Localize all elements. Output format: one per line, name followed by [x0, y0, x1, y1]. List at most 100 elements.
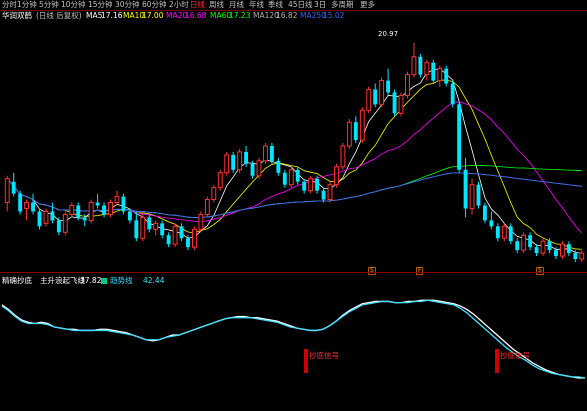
candle-body [147, 217, 152, 230]
tab-5min[interactable]: 5分钟 [39, 0, 59, 10]
candles [4, 42, 585, 263]
tab-60min[interactable]: 60分钟 [142, 0, 167, 10]
candle-body [76, 205, 81, 218]
candle-body [424, 62, 430, 76]
candle-body [198, 213, 204, 230]
candle [95, 193, 100, 209]
candle [11, 172, 16, 197]
tab-timeshare[interactable]: 分时 [2, 0, 17, 10]
tab-15min[interactable]: 15分钟 [88, 0, 113, 10]
candle [528, 232, 533, 251]
candle [108, 199, 113, 218]
candle-body [547, 241, 552, 251]
candle-body [56, 220, 61, 233]
candle-body [211, 187, 217, 201]
candle-body [204, 199, 210, 215]
tab-45day[interactable]: 45日线 [288, 0, 313, 10]
candle-body [515, 241, 520, 251]
tab-1min[interactable]: 1分钟 [17, 0, 37, 10]
tab-30min[interactable]: 30分钟 [115, 0, 140, 10]
event-marker-s[interactable]: S [368, 267, 376, 275]
tab-more[interactable]: 更多 [360, 0, 375, 10]
candle [237, 148, 243, 173]
tab-multi-period[interactable]: 多周期 [331, 0, 354, 10]
candle [37, 208, 42, 230]
tab-3day[interactable]: 3日 [314, 0, 326, 10]
candle [224, 151, 230, 176]
candle [172, 223, 178, 248]
candle-body [302, 181, 307, 191]
chart-mode: (日线 后复权) [36, 11, 82, 20]
candle-body [102, 205, 106, 215]
candle [327, 181, 333, 203]
candle [114, 190, 120, 206]
candle-body [379, 80, 385, 105]
candle-body [540, 240, 546, 254]
candle-body [237, 151, 243, 171]
candle [386, 68, 391, 96]
candle-body [411, 56, 417, 76]
candle-body [457, 104, 462, 170]
candle-body [315, 178, 320, 191]
candle [444, 65, 449, 87]
candle-body [444, 68, 449, 84]
tab-daily[interactable]: 日线 [190, 0, 205, 10]
tab-yearly[interactable]: 年线 [249, 0, 264, 10]
candle [424, 59, 430, 81]
candle [559, 241, 565, 260]
candle [495, 223, 500, 242]
candle [276, 157, 281, 176]
tab-quarterly[interactable]: 季线 [268, 0, 283, 10]
candle-body [82, 217, 87, 221]
candle [288, 166, 294, 188]
ma120-value: 16.82 [276, 11, 298, 20]
candle-body [108, 202, 113, 215]
candle-body [224, 154, 230, 174]
candle [244, 146, 249, 167]
candle [508, 223, 513, 245]
candle-body [69, 205, 75, 215]
candle-body [489, 220, 494, 227]
ma60-value: 17.23 [229, 11, 251, 20]
event-marker-s2[interactable]: S [536, 267, 544, 275]
event-marker-f[interactable]: F [416, 267, 424, 275]
candle [134, 211, 139, 242]
candle-body [405, 74, 410, 96]
line2-swatch [101, 278, 107, 284]
candle-body [192, 228, 197, 248]
candle [501, 223, 507, 242]
candle [69, 202, 75, 218]
candlestick-chart[interactable]: 20.97 [0, 21, 587, 272]
candle [346, 119, 352, 149]
candle [269, 143, 274, 164]
candle [566, 241, 571, 257]
candle-body [50, 211, 55, 221]
period-tab-bar: 分时 1分钟 5分钟 10分钟 15分钟 30分钟 60分钟 2小时 日线 周线… [0, 0, 587, 11]
candle [282, 169, 287, 188]
candle [24, 199, 30, 221]
candle [121, 193, 126, 215]
candle [437, 65, 443, 87]
candle [204, 196, 210, 218]
indicator-chart[interactable] [0, 287, 587, 411]
candle-body [573, 253, 578, 260]
candle-body [353, 122, 358, 141]
candle-body [437, 68, 443, 82]
indicator-name[interactable]: 精确抄底 [2, 275, 32, 287]
tab-10min[interactable]: 10分钟 [61, 0, 86, 10]
tab-2hour[interactable]: 2小时 [169, 0, 189, 10]
candle-body [244, 151, 249, 164]
candle-body [276, 160, 281, 173]
candle-body [43, 210, 49, 224]
ma-legend: 华润双鹤 (日线 后复权) MA5 17.16 MA10 17.00 MA20 … [0, 11, 587, 21]
candle-body [166, 235, 171, 245]
candle-body [534, 247, 539, 254]
candle [166, 232, 171, 248]
candle-body [62, 213, 68, 233]
candle-body [566, 244, 571, 254]
tab-monthly[interactable]: 月线 [229, 0, 244, 10]
ma250-value: 15.02 [323, 11, 345, 20]
candle [31, 193, 35, 215]
tab-weekly[interactable]: 周线 [209, 0, 224, 10]
candle [366, 86, 372, 114]
